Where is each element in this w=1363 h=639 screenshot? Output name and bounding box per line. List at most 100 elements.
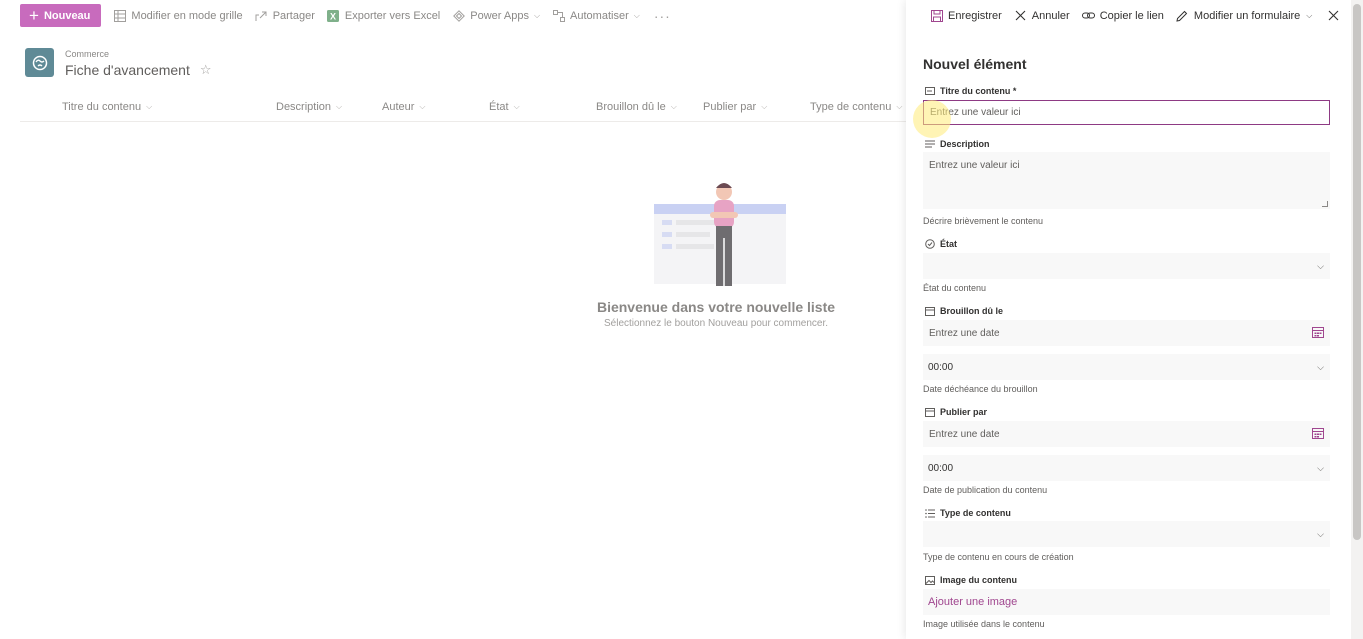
- export-excel-button[interactable]: X Exporter vers Excel: [327, 9, 440, 22]
- column-header-label: État: [489, 101, 509, 113]
- column-header-publish-by[interactable]: Publier par ⌵: [703, 101, 767, 113]
- state-label-text: État: [940, 239, 958, 249]
- column-header-content-title[interactable]: Titre du contenu ⌵: [62, 101, 152, 113]
- scrollbar-thumb[interactable]: [1353, 4, 1361, 540]
- column-header-content-type[interactable]: Type de contenu ⌵: [810, 101, 902, 113]
- link-icon: [1081, 9, 1095, 22]
- excel-icon: X: [327, 9, 340, 22]
- panel-scrollbar[interactable]: [1351, 0, 1363, 639]
- list-column-headers: Titre du contenu ⌵ Description ⌵ Auteur ⌵ É…: [20, 92, 906, 122]
- form-title: Nouvel élément: [923, 56, 1027, 72]
- calendar-icon[interactable]: [1312, 427, 1324, 442]
- new-button[interactable]: + Nouveau: [20, 4, 102, 27]
- chevron-down-icon: ⌵: [513, 102, 520, 111]
- chevron-down-icon: ⌵: [419, 102, 426, 111]
- resize-grip-icon[interactable]: [1322, 201, 1328, 207]
- automate-icon: [552, 9, 565, 22]
- calendar-icon: [925, 407, 935, 417]
- export-label: Exporter vers Excel: [344, 9, 441, 22]
- empty-list-illustration: [646, 178, 786, 290]
- plus-icon: +: [29, 6, 39, 25]
- grid-edit-label: Modifier en mode grille: [131, 9, 243, 22]
- grid-icon: [113, 9, 126, 22]
- chevron-down-icon: ⌵: [533, 10, 541, 20]
- new-button-label: Nouveau: [43, 9, 91, 22]
- command-bar: + Nouveau Modifier en mode grille Partag…: [0, 0, 906, 31]
- column-header-label: Publier par: [703, 101, 757, 113]
- column-header-label: Description: [276, 101, 332, 113]
- column-header-label: Auteur: [382, 101, 415, 113]
- publish-by-help: Date de publication du contenu: [923, 485, 1048, 495]
- panel-command-bar: Enregistrer Annuler Copier le lien Modif…: [906, 0, 1351, 31]
- edit-form-label: Modifier un formulaire: [1193, 9, 1301, 22]
- description-help: Décrire brièvement le contenu: [923, 216, 1044, 226]
- description-placeholder: Entrez une valeur ici: [929, 160, 1020, 171]
- close-icon: [1014, 9, 1027, 22]
- more-options-button[interactable]: ···: [654, 8, 671, 24]
- content-title-input[interactable]: Entrez une valeur ici: [923, 100, 1330, 125]
- column-header-label: Titre du contenu: [62, 101, 142, 113]
- empty-list-subtitle: Sélectionnez le bouton Nouveau pour comm…: [603, 318, 829, 329]
- pencil-icon: [1176, 9, 1189, 22]
- chevron-down-icon: ⌵: [1317, 462, 1324, 473]
- column-header-state[interactable]: État ⌵: [489, 101, 520, 113]
- chevron-down-icon: ⌵: [1317, 528, 1324, 539]
- publish-by-date-input[interactable]: Entrez une date: [923, 421, 1330, 447]
- publish-by-time-dropdown[interactable]: 00:00 ⌵: [923, 455, 1330, 481]
- powerapps-button[interactable]: Power Apps ⌵: [452, 9, 540, 22]
- powerapps-icon: [452, 9, 465, 22]
- chevron-down-icon: ⌵: [1317, 361, 1324, 372]
- close-panel-button[interactable]: [1327, 9, 1340, 22]
- edit-form-button[interactable]: Modifier un formulaire ⌵: [1176, 9, 1312, 22]
- empty-list-title: Bienvenue dans votre nouvelle liste: [596, 299, 836, 315]
- save-button[interactable]: Enregistrer: [930, 9, 1002, 22]
- column-header-author[interactable]: Auteur ⌵: [382, 101, 426, 113]
- empty-list-state: Bienvenue dans votre nouvelle liste Séle…: [560, 178, 872, 329]
- column-header-label: Brouillon dû le: [596, 101, 666, 113]
- chevron-down-icon: ⌵: [1317, 260, 1324, 271]
- automate-label: Automatiser: [570, 9, 629, 22]
- chevron-down-icon: ⌵: [336, 102, 343, 111]
- cancel-button[interactable]: Annuler: [1014, 9, 1070, 22]
- save-label: Enregistrer: [948, 9, 1002, 22]
- description-label-text: Description: [940, 139, 990, 149]
- draft-due-date-input[interactable]: Entrez une date: [923, 320, 1330, 346]
- add-image-link: Ajouter une image: [928, 596, 1018, 608]
- draft-due-label: Brouillon dû le: [925, 306, 1003, 316]
- chevron-down-icon: ⌵: [896, 102, 903, 111]
- image-icon: [925, 575, 935, 585]
- site-header: Commerce Fiche d'avancement ☆: [25, 48, 212, 78]
- content-title-label-text: Titre du contenu *: [940, 86, 1017, 96]
- favorite-star-icon[interactable]: ☆: [200, 62, 212, 78]
- state-dropdown[interactable]: ⌵: [923, 253, 1330, 279]
- copy-link-label: Copier le lien: [1099, 9, 1164, 22]
- page-title: Fiche d'avancement: [65, 62, 190, 78]
- svg-text:X: X: [330, 11, 336, 21]
- text-field-icon: [925, 86, 935, 96]
- content-title-label: Titre du contenu *: [925, 86, 1016, 96]
- chevron-down-icon: ⌵: [1306, 10, 1313, 20]
- automate-button[interactable]: Automatiser ⌵: [552, 9, 640, 22]
- share-icon: [255, 9, 268, 22]
- calendar-icon[interactable]: [1312, 326, 1324, 341]
- draft-due-label-text: Brouillon dû le: [940, 306, 1003, 316]
- share-button[interactable]: Partager: [255, 9, 315, 22]
- column-header-description[interactable]: Description ⌵: [276, 101, 342, 113]
- description-textarea[interactable]: Entrez une valeur ici: [923, 152, 1330, 209]
- publish-by-label-text: Publier par: [940, 407, 988, 417]
- column-header-draft-due[interactable]: Brouillon dû le ⌵: [596, 101, 677, 113]
- copy-link-button[interactable]: Copier le lien: [1081, 9, 1164, 22]
- breadcrumb[interactable]: Commerce: [65, 49, 212, 59]
- site-logo-icon: [25, 48, 54, 77]
- check-circle-icon: [925, 239, 935, 249]
- content-type-dropdown[interactable]: ⌵: [923, 521, 1330, 547]
- add-image-button[interactable]: Ajouter une image: [923, 589, 1330, 615]
- draft-due-placeholder: Entrez une date: [929, 327, 1000, 339]
- grid-edit-button[interactable]: Modifier en mode grille: [113, 9, 243, 22]
- save-icon: [930, 9, 943, 22]
- new-item-panel: Enregistrer Annuler Copier le lien Modif…: [906, 0, 1351, 639]
- draft-due-time-dropdown[interactable]: 00:00 ⌵: [923, 354, 1330, 380]
- content-image-help: Image utilisée dans le contenu: [923, 619, 1045, 629]
- share-label: Partager: [272, 9, 315, 22]
- content-image-label-text: Image du contenu: [940, 575, 1018, 585]
